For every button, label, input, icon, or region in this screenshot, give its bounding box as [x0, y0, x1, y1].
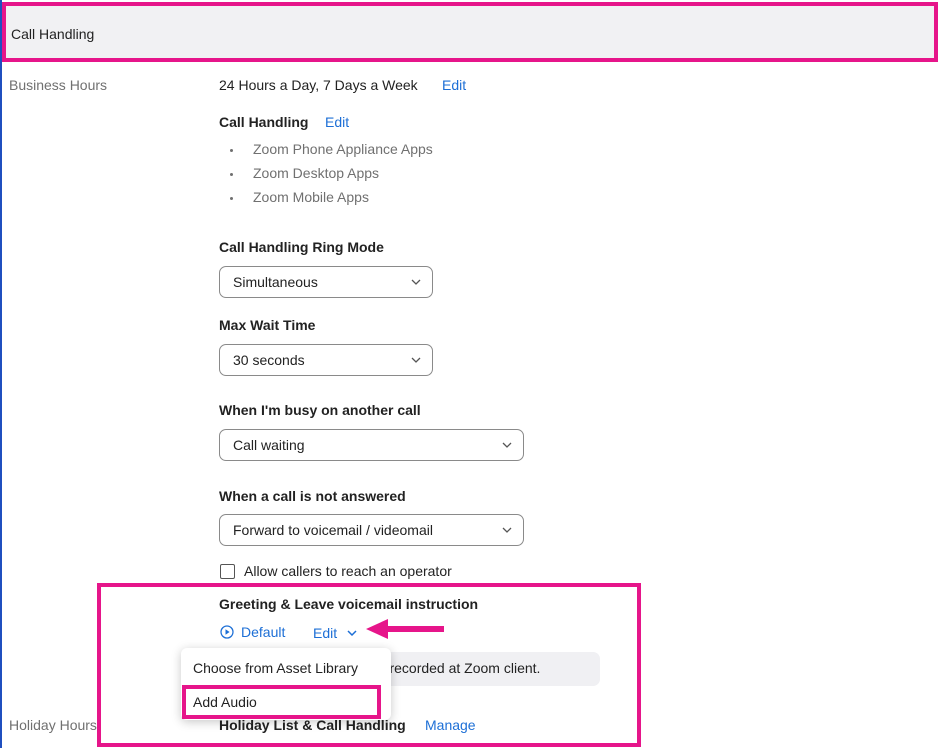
page-left-border — [0, 0, 2, 748]
busy-value: Call waiting — [233, 437, 305, 453]
edit-dropdown-menu: Choose from Asset Library Add Audio — [181, 648, 391, 720]
max-wait-value: 30 seconds — [233, 352, 305, 368]
holiday-manage-link[interactable]: Manage — [425, 717, 476, 733]
greeting-title: Greeting & Leave voicemail instruction — [219, 596, 479, 612]
bullet-dot — [230, 173, 233, 176]
chevron-down-icon — [347, 630, 357, 637]
ring-mode-label: Call Handling Ring Mode — [219, 239, 384, 255]
chevron-down-icon — [411, 357, 421, 363]
greeting-edit-dropdown[interactable]: Edit — [313, 625, 337, 641]
operator-checkbox[interactable] — [220, 564, 235, 579]
max-wait-select[interactable]: 30 seconds — [219, 344, 433, 376]
bullet-dot — [230, 149, 233, 152]
ring-mode-value: Simultaneous — [233, 274, 318, 290]
chevron-down-icon — [502, 527, 512, 533]
business-hours-label: Business Hours — [9, 77, 108, 93]
business-hours-schedule: 24 Hours a Day, 7 Days a Week — [219, 77, 418, 93]
not-answered-value: Forward to voicemail / videomail — [233, 522, 433, 538]
menu-item-choose-asset-library[interactable]: Choose from Asset Library — [193, 660, 358, 676]
not-answered-label: When a call is not answered — [219, 488, 406, 504]
greeting-info-note: be recorded at Zoom client. — [360, 652, 600, 686]
chevron-down-icon — [411, 279, 421, 285]
app-list-item: Zoom Mobile Apps — [253, 189, 369, 205]
greeting-note-text: be recorded at Zoom client. — [370, 660, 541, 676]
menu-item-add-audio[interactable]: Add Audio — [193, 694, 257, 710]
chevron-down-icon — [502, 442, 512, 448]
app-list-item: Zoom Desktop Apps — [253, 165, 380, 181]
greeting-default-link[interactable]: Default — [241, 624, 285, 640]
call-handling-subtitle: Call Handling — [219, 114, 309, 130]
call-handling-edit-link[interactable]: Edit — [325, 114, 349, 130]
call-handling-header: Call Handling — [2, 2, 938, 62]
operator-checkbox-label: Allow callers to reach an operator — [244, 563, 452, 579]
busy-label: When I'm busy on another call — [219, 402, 421, 418]
busy-select[interactable]: Call waiting — [219, 429, 524, 461]
ring-mode-select[interactable]: Simultaneous — [219, 266, 433, 298]
header-title: Call Handling — [11, 26, 95, 42]
app-list-item: Zoom Phone Appliance Apps — [253, 141, 433, 157]
arrow-left-icon — [366, 619, 444, 639]
max-wait-label: Max Wait Time — [219, 317, 316, 333]
play-circle-icon[interactable] — [220, 625, 234, 639]
business-hours-edit-link[interactable]: Edit — [442, 77, 466, 93]
holiday-hours-label: Holiday Hours — [9, 717, 97, 733]
bullet-dot — [230, 197, 233, 200]
not-answered-select[interactable]: Forward to voicemail / videomail — [219, 514, 524, 546]
